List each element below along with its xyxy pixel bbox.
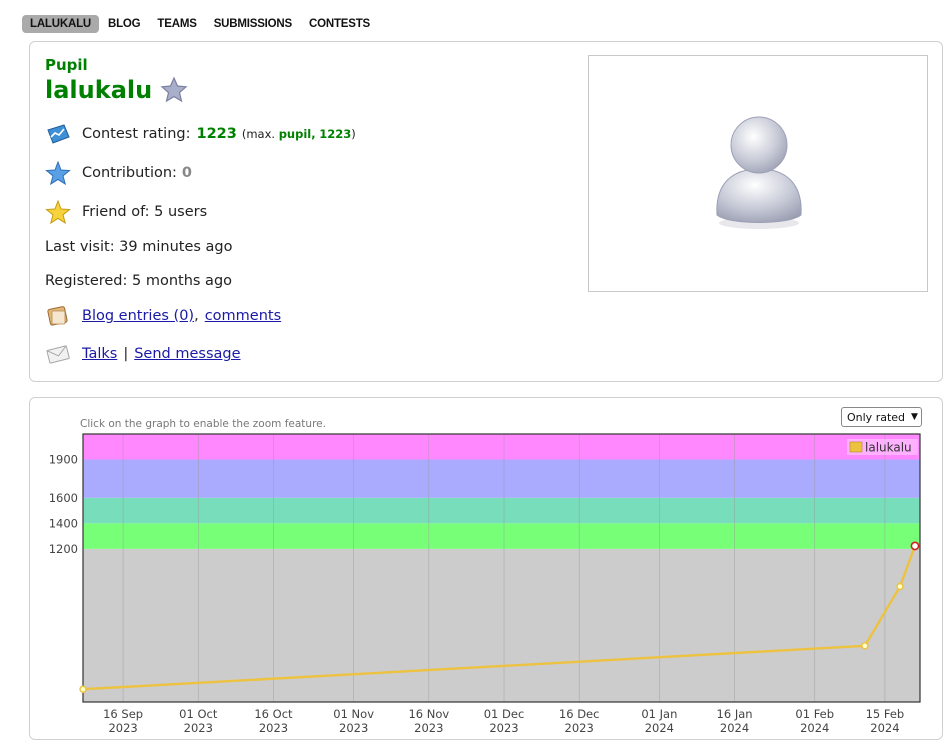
x-tick-label-year: 2023 [184,721,213,735]
last-visit: Last visit: 39 minutes ago [45,239,233,255]
y-tick-label: 1900 [49,453,78,467]
contribution-row: Contribution: 0 [45,161,192,185]
nav-tab-contests[interactable]: CONTESTS [301,15,378,33]
nav-tab-handle[interactable]: LALUKALU [22,15,99,33]
x-tick-label-year: 2023 [414,721,443,735]
data-point [861,642,869,650]
contribution-label: Contribution: [82,165,177,181]
nav-tab-teams[interactable]: TEAMS [149,15,204,33]
default-user-avatar-icon [716,116,802,229]
y-tick-label: 1400 [49,516,78,530]
send-message-link[interactable]: Send message [134,346,240,362]
rank-band-2 [83,497,920,524]
top-nav: LALUKALU BLOG TEAMS SUBMISSIONS CONTESTS [22,13,379,35]
rating-max-prefix: (max. [241,127,276,141]
x-tick-label-year: 2024 [645,721,674,735]
user-handle-row: lalukalu [45,76,188,104]
y-tick-label: 1200 [49,542,78,556]
rating-label: Contest rating: [82,126,191,142]
data-point-highlight [910,541,920,551]
rating-max: (max. pupil, 1223) [242,127,356,141]
blog-book-icon [47,306,68,326]
data-point [896,582,904,591]
avatar-frame [588,55,928,292]
rating-max-rank: pupil, [278,127,316,141]
registered: Registered: 5 months ago [45,273,233,289]
gold-star-icon [45,200,71,224]
x-tick-label-year: 2024 [870,721,899,735]
talks-row: Talks | Send message [45,342,241,366]
contest-rating-row: Contest rating: 1223 (max. pupil, 1223) [45,122,356,146]
star-icon[interactable] [160,76,188,104]
rating-chart[interactable]: 16 Sep202301 Oct202316 Oct202301 Nov2023… [30,398,944,741]
x-tick-label-year: 2023 [108,721,137,735]
x-tick-label: 16 Nov [408,707,449,721]
x-tick-label: 01 Dec [484,707,525,721]
rank-band-1 [83,523,920,549]
x-tick-label: 16 Dec [559,707,600,721]
friend-of-text: Friend of: 5 users [82,204,208,220]
comma: , [194,308,199,324]
rank-band-4 [83,434,920,460]
rating-chart-icon [47,124,70,144]
rating-value: 1223 [196,126,237,142]
x-tick-label: 01 Oct [179,707,218,721]
blog-entries-link[interactable]: Blog entries (0) [82,308,194,324]
comments-link[interactable]: comments [205,308,281,324]
link-separator: | [123,346,129,362]
envelope-icon [46,345,70,364]
profile-card: Pupil lalukalu Contest rating: 1223 (max… [29,41,943,382]
x-tick-label-year: 2023 [489,721,518,735]
contribution-value: 0 [181,165,193,181]
rating-max-suffix: ) [351,127,356,141]
nav-tab-submissions[interactable]: SUBMISSIONS [206,15,300,33]
x-tick-label: 16 Jan [717,707,753,721]
rank-band-3 [83,459,920,498]
friend-of-row: Friend of: 5 users [45,200,207,224]
y-tick-label: 1600 [49,491,78,505]
user-rank: Pupil [45,56,88,74]
x-tick-label: 16 Sep [103,707,143,721]
legend-swatch [849,441,863,453]
x-tick-label-year: 2023 [339,721,368,735]
rating-max-value: 1223 [319,127,352,141]
legend-label: lalukalu [865,441,912,455]
blue-star-icon [45,161,71,185]
data-point [79,685,87,693]
x-tick-label: 01 Jan [641,707,677,721]
x-tick-label-year: 2024 [720,721,749,735]
x-tick-label: 15 Feb [866,707,905,721]
user-handle: lalukalu [45,76,153,104]
x-tick-label: 16 Oct [254,707,293,721]
talks-link[interactable]: Talks [82,346,117,362]
x-tick-label: 01 Feb [795,707,834,721]
nav-tab-blog[interactable]: BLOG [100,15,148,33]
x-tick-label-year: 2024 [800,721,829,735]
blog-row: Blog entries (0) , comments [45,304,281,328]
x-tick-label-year: 2023 [565,721,594,735]
x-tick-label: 01 Nov [333,707,374,721]
x-tick-label-year: 2023 [259,721,288,735]
rank-band-0 [83,548,920,702]
rating-chart-card: Click on the graph to enable the zoom fe… [29,397,943,740]
